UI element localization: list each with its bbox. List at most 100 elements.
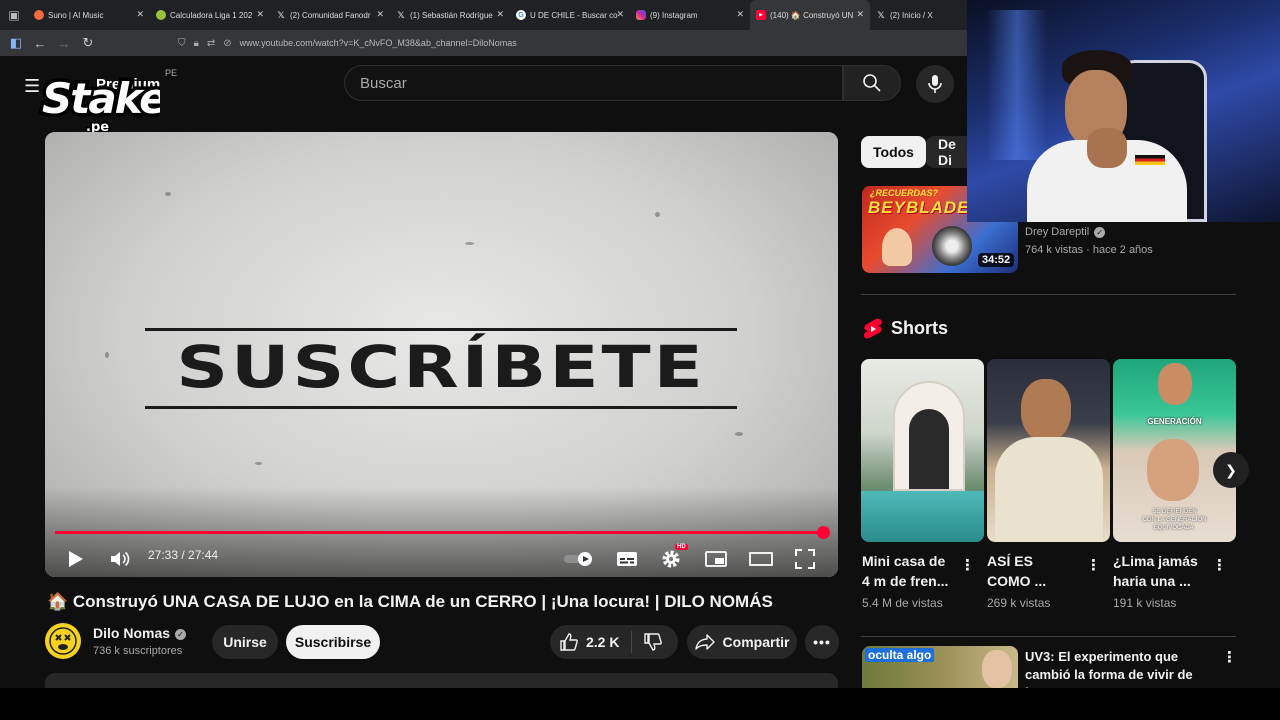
search-icon [863, 74, 881, 92]
sidebar-toggle-icon[interactable]: ◧ [4, 35, 28, 51]
close-tab-icon[interactable]: ✕ [136, 9, 144, 20]
tab-x-comunidad[interactable]: 𝕏 (2) Comunidad Fanodr ✕ [270, 0, 390, 30]
tab-instagram[interactable]: (9) Instagram ✕ [630, 0, 750, 30]
voice-search-button[interactable] [916, 65, 954, 103]
title-line: 4 m de fren... [862, 573, 949, 589]
close-tab-icon[interactable]: ✕ [376, 9, 384, 20]
short-menu-icon[interactable]: ⋮ [1212, 556, 1227, 574]
title-line: UV3: El experimento que [1025, 649, 1179, 664]
back-icon[interactable]: ← [28, 36, 52, 51]
short-thumbnail-2[interactable] [987, 359, 1110, 542]
close-tab-icon[interactable]: ✕ [256, 9, 264, 20]
related-channel-name[interactable]: Drey Dareptil [1025, 226, 1089, 238]
x-icon: 𝕏 [397, 9, 405, 20]
blue-light-strip [987, 10, 1047, 160]
thumbnail-caption-3: EQUIVOCADA. [1153, 525, 1196, 531]
short-menu-icon[interactable]: ⋮ [1086, 556, 1101, 574]
tab-suno[interactable]: Suno | AI Music ✕ [28, 0, 150, 30]
house-doorway [909, 409, 949, 489]
related-channel[interactable]: Drey Dareptil ✓ [1025, 226, 1106, 238]
next-video-title[interactable]: UV3: El experimento que cambió la forma d… [1025, 648, 1220, 688]
title-line: ASÍ ES [987, 553, 1033, 569]
description-box[interactable] [45, 673, 838, 688]
short-thumbnail-3[interactable]: GENERACIÓN SE DEFIENDEN CON LA GENERACIÓ… [1113, 359, 1236, 542]
share-button[interactable]: Compartir [687, 625, 797, 659]
join-button[interactable]: Unirse [212, 625, 278, 659]
like-count: 2.2 K [586, 634, 620, 650]
more-actions-button[interactable]: ••• [805, 625, 839, 659]
tab-title: Suno | AI Music [48, 10, 104, 20]
more-horizontal-icon: ••• [813, 634, 831, 650]
settings-button[interactable]: HD [658, 544, 688, 572]
microphone-icon [928, 75, 942, 93]
short-views-2: 269 k vistas [987, 596, 1051, 610]
lock-icon[interactable]: 🔒︎ [194, 38, 199, 49]
volume-button[interactable] [107, 546, 133, 572]
address-bar: ◧ ← → ↻ ⛉ 🔒︎ ⇄ ⊘ www.youtube.com/watch?v… [0, 30, 968, 56]
related-meta: 764 k vistas · hace 2 años [1025, 244, 1153, 256]
short-thumbnail-1[interactable] [861, 359, 984, 542]
miniplayer-button[interactable] [703, 546, 729, 572]
video-title: 🏠 Construyó UNA CASA DE LUJO en la CIMA … [47, 592, 773, 611]
share-label: Compartir [722, 634, 790, 650]
like-divider [631, 631, 633, 653]
forward-icon[interactable]: → [52, 36, 76, 51]
thumbnail-text: BEYBLADE [868, 198, 970, 217]
shorts-next-button[interactable]: ❯ [1213, 452, 1249, 488]
tab-youtube-active[interactable]: ▶ (140) 🏠 Construyó UN ✕ [750, 0, 870, 30]
short-title-2[interactable]: ASÍ ES COMO ... [987, 551, 1046, 591]
workspaces-icon[interactable]: ▣ [0, 0, 28, 30]
shield-icon[interactable]: ⛉ [178, 38, 186, 49]
channel-name[interactable]: Dilo Nomas ✓ [93, 625, 187, 641]
close-tab-icon[interactable]: ✕ [496, 9, 504, 20]
subscribe-button[interactable]: Suscribirse [286, 625, 380, 659]
theater-mode-button[interactable] [748, 546, 774, 572]
time-total: 27:44 [188, 548, 219, 562]
chevron-right-icon: ❯ [1225, 461, 1237, 478]
tab-google-search[interactable]: G U DE CHILE - Buscar co ✕ [510, 0, 630, 30]
dislike-button[interactable] [644, 633, 663, 651]
guest-head [1147, 439, 1199, 501]
url-text[interactable]: www.youtube.com/watch?v=K_cNvFO_M38&ab_c… [240, 38, 517, 48]
autoplay-toggle[interactable] [562, 546, 596, 572]
subtitles-button[interactable] [614, 546, 640, 572]
short-menu-icon[interactable]: ⋮ [960, 556, 975, 574]
overlay-stripe [145, 406, 737, 409]
fullscreen-button[interactable] [792, 546, 818, 572]
search-button[interactable] [843, 65, 901, 101]
reload-icon[interactable]: ↻ [76, 35, 100, 51]
tab-calculadora[interactable]: Calculadora Liga 1 202 ✕ [150, 0, 270, 30]
tracking-icon[interactable]: ⊘ [223, 38, 231, 49]
short-title-1[interactable]: Mini casa de 4 m de fren... [862, 551, 948, 591]
short-title-3[interactable]: ¿Lima jamás haria una ... [1113, 551, 1198, 591]
play-button[interactable] [63, 546, 89, 572]
site-settings-icon[interactable]: ⇄ [207, 38, 215, 49]
close-tab-icon[interactable]: ✕ [616, 9, 624, 20]
url-field[interactable]: ⛉ 🔒︎ ⇄ ⊘ www.youtube.com/watch?v=K_cNvFO… [178, 33, 958, 53]
google-icon: G [516, 10, 526, 20]
search-input[interactable]: Buscar [344, 65, 843, 101]
close-tab-icon[interactable]: ✕ [856, 9, 864, 20]
person-body [995, 437, 1103, 542]
like-button[interactable]: 2.2 K [560, 633, 619, 651]
instagram-icon [636, 10, 646, 20]
next-video-thumbnail[interactable]: oculta algo [862, 646, 1018, 688]
time-display: 27:33 / 27:44 [148, 548, 218, 562]
time-current: 27:33 [148, 548, 179, 562]
close-tab-icon[interactable]: ✕ [736, 9, 744, 20]
video-menu-icon[interactable]: ⋮ [1222, 648, 1237, 666]
tab-x-sebastian[interactable]: 𝕏 (1) Sebastián Rodrígue ✕ [390, 0, 510, 30]
progress-scrubber[interactable] [817, 526, 830, 539]
stake-logo: Stake .pe [39, 71, 161, 136]
progress-bar[interactable] [55, 531, 823, 534]
video-player[interactable]: SUSCRÍBETE 27:33 / 27:44 HD [45, 132, 838, 577]
divider [861, 294, 1236, 295]
channel-avatar[interactable] [45, 623, 81, 659]
host-head [1158, 363, 1192, 405]
thumbnail-caption-2: CON LA GENERACIÓN [1142, 517, 1207, 523]
anime-character [882, 228, 912, 266]
shirt-stripe [1135, 155, 1165, 165]
channel-name-text[interactable]: Dilo Nomas [93, 625, 170, 641]
chip-todos[interactable]: Todos [861, 136, 926, 168]
tab-title: U DE CHILE - Buscar co [530, 10, 618, 20]
